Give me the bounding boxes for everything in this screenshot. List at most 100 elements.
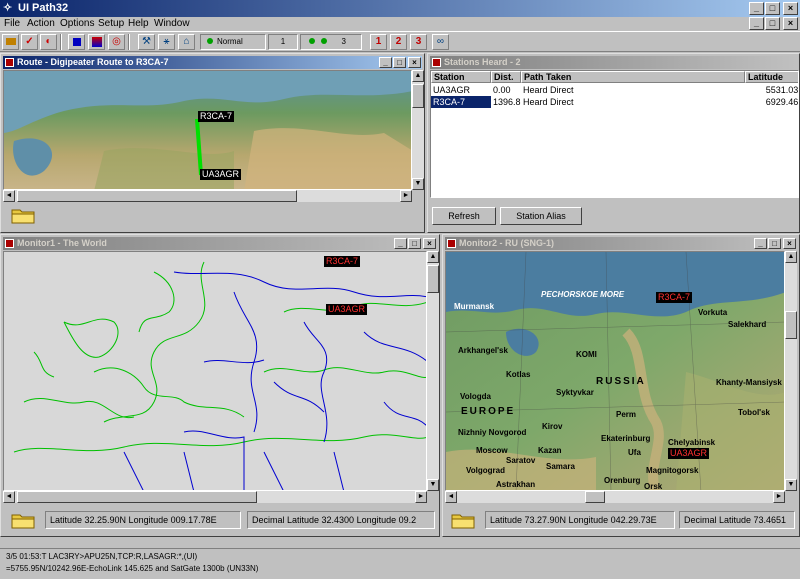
station-alias-button[interactable]: Station Alias [500,207,582,225]
scroll-right-arrow[interactable]: ► [400,190,412,202]
stations-window: Stations Heard - 2 Station Dist. Path Ta… [427,53,800,233]
monitor1-title: Monitor1 - The World [17,238,107,248]
city-label: Saratov [506,456,536,465]
monitor1-titlebar: Monitor1 - The World _ □ × [3,237,437,250]
monitor1-vertical-scrollbar[interactable]: ▲ ▼ [427,251,439,491]
monitor1-decimal-field: Decimal Latitude 32.4300 Longitude 09.2 [247,511,435,529]
scroll-thumb[interactable] [427,265,439,293]
menu-setup[interactable]: Setup [98,18,124,29]
world-map[interactable]: R3CA-7 UA3AGR [3,251,427,491]
city-label: Nizhniy Novgorod [458,428,527,437]
scroll-left-arrow[interactable]: ◄ [445,491,457,503]
refresh-button[interactable]: Refresh [432,207,496,225]
scroll-up-arrow[interactable]: ▲ [427,251,439,263]
monitor2-title: Monitor2 - RU (SNG-1) [459,238,554,248]
tools-icon[interactable]: ⚒ [138,34,155,50]
scroll-up-arrow[interactable]: ▲ [412,70,424,82]
route-window-title: Route - Digipeater Route to R3CA-7 [17,57,169,67]
priority-3-button[interactable]: 3 [410,34,427,50]
monitor2-maximize-button[interactable]: □ [768,238,781,249]
monitor2-close-button[interactable]: × [783,238,796,249]
status-leds: 3 [300,34,362,50]
scroll-thumb[interactable] [412,84,424,108]
route-map[interactable]: R3CA-7 UA3AGR [3,70,412,190]
target-icon[interactable]: ◎ [108,34,125,50]
route-horizontal-scrollbar[interactable]: ◄ ► [3,190,412,202]
color-palette-icon[interactable] [88,34,105,50]
monitor2-horizontal-scrollbar[interactable]: ◄ ► [445,491,785,503]
scroll-down-arrow[interactable]: ▼ [412,178,424,190]
city-label: Salekhard [728,320,767,329]
network-icon[interactable]: ⌂ [178,34,195,50]
route-maximize-button[interactable]: □ [393,57,406,68]
folder-icon[interactable] [11,206,35,224]
scroll-left-arrow[interactable]: ◄ [3,491,15,503]
window-icon [447,239,456,248]
russia-map[interactable]: PECHORSKOE MORE KOMI RUSSIA EUROPE Murma… [445,251,785,491]
route-window: Route - Digipeater Route to R3CA-7 _ □ ×… [0,53,425,233]
column-header-path[interactable]: Path Taken [521,71,745,83]
stations-table: Station Dist. Path Taken Latitude UA3AGR… [430,70,799,198]
menu-window[interactable]: Window [154,18,190,29]
table-row[interactable]: UA3AGR 0.00 Heard Direct 5531.03' [431,84,798,96]
scroll-left-arrow[interactable]: ◄ [3,190,15,202]
scroll-thumb[interactable] [17,491,257,503]
menu-options[interactable]: Options [60,18,94,29]
column-header-station[interactable]: Station [431,71,491,83]
route-close-button[interactable]: × [408,57,421,68]
monitor1-close-button[interactable]: × [423,238,436,249]
monitor2-vertical-scrollbar[interactable]: ▲ ▼ [785,251,797,491]
scroll-down-arrow[interactable]: ▼ [785,479,797,491]
monitor1-window: Monitor1 - The World _ □ × R3CA-7 UA3AGR… [0,234,440,537]
mdi-restore-button[interactable]: □ [765,17,780,30]
toolbar-separator [60,34,62,50]
minimize-button[interactable]: _ [749,2,764,15]
menu-action[interactable]: Action [27,18,55,29]
antenna-icon[interactable]: ⚹ [158,34,175,50]
window-icon [5,239,14,248]
maximize-button[interactable]: □ [765,2,780,15]
yin-yang-icon[interactable]: ◐ [40,34,57,50]
cell-dist: 1396.8 [493,97,521,107]
scroll-thumb[interactable] [785,311,797,339]
close-button[interactable]: × [783,2,798,15]
priority-2-button[interactable]: 2 [390,34,407,50]
route-vertical-scrollbar[interactable]: ▲ ▼ [412,70,424,190]
table-row[interactable]: R3CA-7 1396.8 Heard Direct 6929.46' [431,96,799,108]
route-window-titlebar: Route - Digipeater Route to R3CA-7 _ □ × [3,56,422,69]
monitor1-maximize-button[interactable]: □ [408,238,421,249]
city-label: Tobol'sk [738,408,770,417]
scroll-right-arrow[interactable]: ► [415,491,427,503]
stop-icon[interactable] [68,34,85,50]
city-label: Kazan [538,446,562,455]
cell-latitude: 6929.46' [765,97,799,107]
column-header-latitude[interactable]: Latitude [745,71,798,83]
scroll-up-arrow[interactable]: ▲ [785,251,797,263]
menu-help[interactable]: Help [128,18,149,29]
folder-icon[interactable] [11,511,35,529]
mdi-close-button[interactable]: × [783,17,798,30]
cell-path: Heard Direct [523,97,574,107]
binoculars-icon[interactable]: ∞ [432,34,449,50]
scroll-down-arrow[interactable]: ▼ [427,479,439,491]
monitor1-minimize-button[interactable]: _ [394,238,407,249]
map-label-russia: RUSSIA [596,376,646,387]
folder-icon[interactable] [451,511,475,529]
scroll-thumb[interactable] [17,190,297,202]
city-label: Kirov [542,422,563,431]
monitor2-minimize-button[interactable]: _ [754,238,767,249]
checklist-icon[interactable]: ✓ [21,34,38,50]
monitor1-horizontal-scrollbar[interactable]: ◄ ► [3,491,427,503]
scroll-right-arrow[interactable]: ► [773,491,785,503]
scroll-thumb[interactable] [585,491,605,503]
mode-label: Normal [217,37,243,46]
menu-file[interactable]: File [4,18,20,29]
mdi-minimize-button[interactable]: _ [749,17,764,30]
city-label: Arkhangel'sk [458,346,508,355]
column-header-dist[interactable]: Dist. [491,71,521,83]
window-icon [432,58,441,67]
priority-1-button[interactable]: 1 [370,34,387,50]
monitor1-label-a: R3CA-7 [324,256,361,267]
open-folder-icon[interactable] [2,34,19,50]
route-minimize-button[interactable]: _ [379,57,392,68]
